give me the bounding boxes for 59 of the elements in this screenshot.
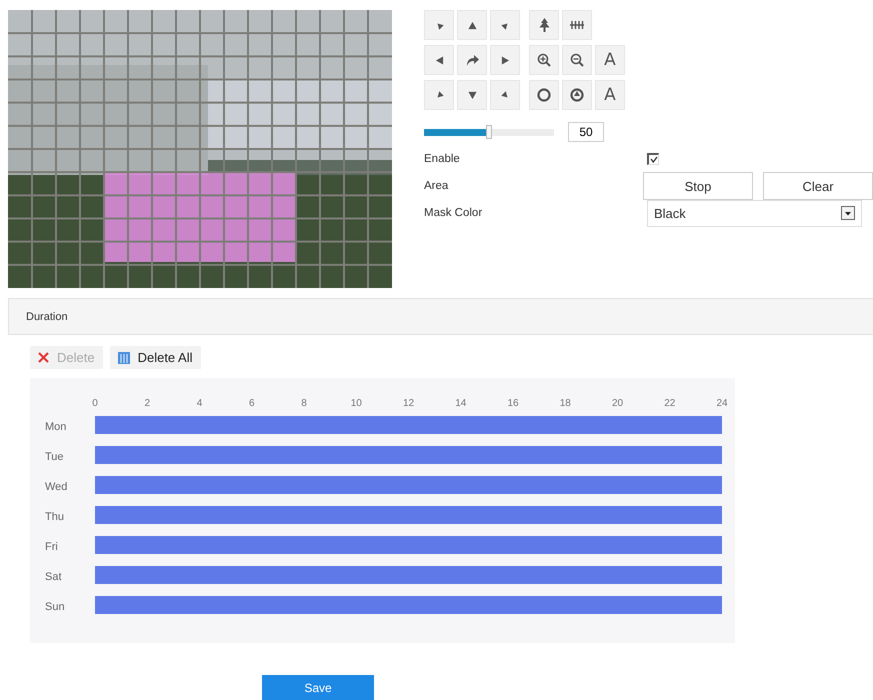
axis-label: 20 <box>612 398 624 409</box>
tree-icon <box>538 18 550 32</box>
day-label: Mon <box>45 421 66 433</box>
text-button[interactable]: A <box>595 80 625 110</box>
axis-label: 2 <box>144 398 150 409</box>
zoom-in-button[interactable] <box>529 45 559 75</box>
aperture-icon <box>570 88 584 102</box>
axis-label: 0 <box>92 398 98 409</box>
day-label: Tue <box>45 451 64 463</box>
day-label: Thu <box>45 511 64 523</box>
save-button[interactable]: Save <box>262 675 374 700</box>
curved-arrow-icon <box>465 54 479 66</box>
mask-color-dropdown[interactable]: Black <box>647 200 862 226</box>
triangle-icon <box>434 56 444 64</box>
axis-label: 4 <box>196 398 202 409</box>
axis-label: 12 <box>402 398 414 409</box>
text-button[interactable]: A <box>595 45 625 75</box>
pan-down-button[interactable] <box>457 80 487 110</box>
trash-icon <box>118 352 130 364</box>
day-label: Sat <box>45 571 62 583</box>
axis-label: 22 <box>664 398 676 409</box>
field-label: Mask Color <box>424 207 484 219</box>
zoom-out-icon <box>570 53 584 67</box>
speed-field[interactable]: 50 <box>568 122 604 142</box>
zoom-out-button[interactable] <box>562 45 592 75</box>
section-title: Duration <box>26 310 68 322</box>
triangle-icon <box>500 56 510 64</box>
day-label: Wed <box>45 481 68 493</box>
triangle-icon <box>468 20 476 30</box>
axis-label: 10 <box>350 398 362 409</box>
iris-close-button[interactable] <box>529 80 559 110</box>
axis-label: 18 <box>560 398 571 409</box>
bars-icon <box>570 20 584 30</box>
pan-right-button[interactable] <box>490 45 520 75</box>
axis-label: 24 <box>716 398 728 409</box>
pan-up-button[interactable] <box>457 10 487 40</box>
triangle-icon <box>468 90 476 100</box>
close-icon <box>38 352 49 363</box>
triangle-icon <box>500 90 510 100</box>
field-label: Area <box>424 180 450 192</box>
pan-left-button[interactable] <box>424 45 454 75</box>
iris-open-button[interactable] <box>562 80 592 110</box>
aperture-icon <box>537 88 551 102</box>
clear-button[interactable]: Clear <box>763 172 873 200</box>
rotate-button[interactable] <box>457 45 487 75</box>
axis-label: 14 <box>455 398 466 409</box>
field-label: Enable <box>424 153 461 165</box>
axis-label: 6 <box>248 398 255 409</box>
focus-near-button[interactable] <box>562 10 592 40</box>
delete-all-button[interactable]: Delete All <box>110 346 200 369</box>
focus-far-button[interactable] <box>529 10 559 40</box>
zoom-in-icon <box>537 53 551 67</box>
enable-checkbox[interactable] <box>647 153 659 165</box>
slider-handle[interactable] <box>486 124 492 138</box>
axis-label: 8 <box>301 398 307 409</box>
day-label: Fri <box>45 541 58 553</box>
stop-button[interactable]: Stop <box>643 172 753 200</box>
day-label: Sun <box>45 601 65 613</box>
axis-label: 16 <box>507 398 519 409</box>
